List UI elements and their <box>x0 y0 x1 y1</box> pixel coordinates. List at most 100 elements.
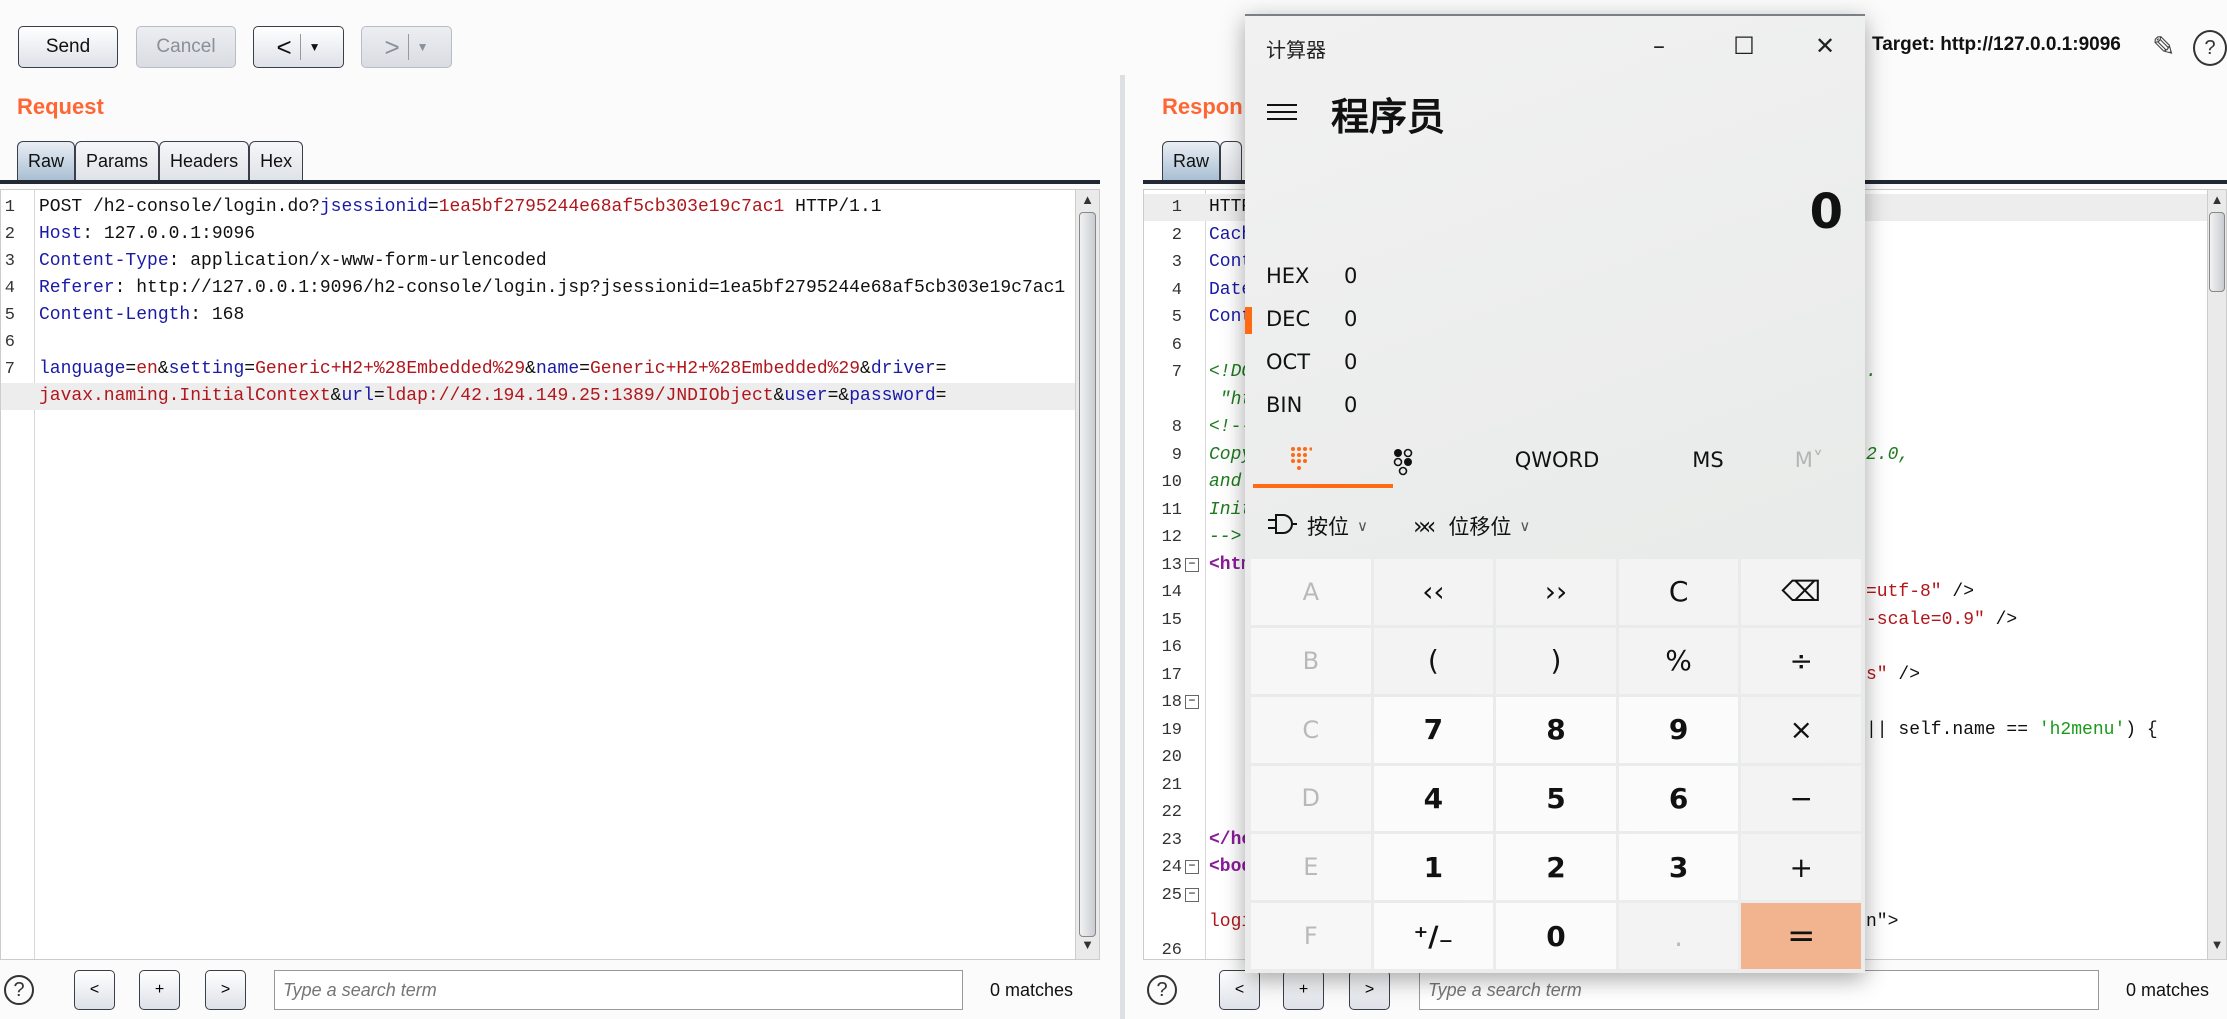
key-F[interactable]: F <box>1251 903 1371 969</box>
key-B[interactable]: B <box>1251 627 1371 694</box>
key-C[interactable]: C <box>1251 696 1371 763</box>
tab-hex[interactable]: Hex <box>249 141 304 180</box>
bit-toggle-icon[interactable] <box>1393 448 1417 480</box>
memory-store-button[interactable]: MS <box>1692 448 1723 472</box>
chevron-down-icon: ∨ <box>1357 517 1368 535</box>
key-)[interactable]: ) <box>1496 627 1616 694</box>
key-E[interactable]: E <box>1251 834 1371 901</box>
key-×[interactable]: × <box>1741 696 1861 763</box>
code-token: url <box>341 386 374 406</box>
key-5[interactable]: 5 <box>1496 765 1616 832</box>
key-6[interactable]: 6 <box>1618 765 1739 832</box>
key-÷[interactable]: ÷ <box>1741 627 1861 694</box>
search-input[interactable] <box>1419 970 2099 1010</box>
code-token: HTTP/1.1 <box>784 197 882 217</box>
key-3[interactable]: 3 <box>1618 834 1739 901</box>
search-next-button[interactable]: > <box>205 970 246 1010</box>
key-4[interactable]: 4 <box>1373 765 1494 832</box>
key-9[interactable]: 9 <box>1618 696 1739 763</box>
key-([interactable]: ( <box>1373 627 1494 694</box>
forward-button[interactable]: > ▼ <box>361 26 452 68</box>
radix-value: 0 <box>1344 264 1358 288</box>
back-button[interactable]: < ▼ <box>253 26 344 68</box>
send-button[interactable]: Send <box>18 26 118 68</box>
chevron-down-icon: ∨ <box>1519 517 1531 535</box>
key-⁺∕₋[interactable]: ⁺∕₋ <box>1373 903 1494 969</box>
tab-hidden[interactable] <box>1220 141 1243 180</box>
radix-dec[interactable]: DEC 0 <box>1266 307 1386 337</box>
fold-toggle-icon[interactable]: − <box>1185 887 1199 902</box>
search-prev-button[interactable]: < <box>1219 970 1260 1010</box>
window-title: 计算器 <box>1266 38 1326 62</box>
code-token: s" <box>1866 664 1888 685</box>
search-prev-button[interactable]: < <box>74 970 115 1010</box>
key-=[interactable]: = <box>1741 903 1861 969</box>
cancel-button[interactable]: Cancel <box>136 26 236 68</box>
key-‹‹[interactable]: ‹‹ <box>1373 559 1494 625</box>
back-arrow-icon: < <box>276 31 292 62</box>
dropdown-icon: ▼ <box>416 40 429 54</box>
code-line: 4 Referer: http://127.0.0.1:9096/h2-conso… <box>1 275 1075 302</box>
code-line: 2 Host: 127.0.0.1:9096 <box>1 221 1075 248</box>
pane-splitter[interactable] <box>1120 75 1125 1019</box>
memory-list-button[interactable]: M˅ <box>1795 448 1824 472</box>
key-C[interactable]: C <box>1618 559 1739 625</box>
line-number: 10 <box>1161 473 1182 492</box>
key-››[interactable]: ›› <box>1496 559 1616 625</box>
tab-raw[interactable]: Raw <box>1162 141 1221 180</box>
key-1[interactable]: 1 <box>1373 834 1494 901</box>
bitshift-dropdown[interactable]: »« 位移位 ∨ <box>1413 511 1530 541</box>
code-token: Content-Type <box>39 251 169 271</box>
tab-raw[interactable]: Raw <box>17 141 76 180</box>
full-keypad-icon[interactable] <box>1290 446 1313 480</box>
line-text: Referer: http://127.0.0.1:9096/h2-consol… <box>39 275 1065 302</box>
radix-label: OCT <box>1266 350 1311 374</box>
key-8[interactable]: 8 <box>1496 696 1616 763</box>
code-token: POST /h2-console/login.do? <box>39 197 320 217</box>
search-add-button[interactable]: + <box>139 970 180 1010</box>
bitwise-dropdown[interactable]: 按位 ∨ <box>1267 511 1368 541</box>
code-token: = <box>427 197 439 217</box>
search-next-button[interactable]: > <box>1349 970 1390 1010</box>
fold-toggle-icon[interactable]: − <box>1185 860 1199 874</box>
search-add-button[interactable]: + <box>1283 970 1324 1010</box>
radix-hex[interactable]: HEX 0 <box>1266 264 1386 294</box>
response-scrollbar[interactable]: ▲ ▼ <box>2207 190 2226 959</box>
help-icon[interactable]: ? <box>1147 975 1177 1005</box>
line-text-tail: || self.name == 'h2menu') { <box>1866 717 2158 744</box>
maximize-button[interactable]: ☐ <box>1719 28 1769 64</box>
tab-params[interactable]: Params <box>75 141 160 180</box>
pencil-icon[interactable]: ✎ <box>2152 30 2175 63</box>
line-number: 7 <box>1171 363 1182 382</box>
search-input[interactable] <box>274 970 963 1010</box>
code-token: & <box>773 386 785 406</box>
minimize-button[interactable]: – <box>1634 28 1684 64</box>
radix-oct[interactable]: OCT 0 <box>1266 350 1386 380</box>
tab-headers[interactable]: Headers <box>159 141 250 180</box>
key-+[interactable]: + <box>1741 834 1861 901</box>
help-icon[interactable]: ? <box>4 975 34 1005</box>
line-number: 5 <box>1171 308 1182 327</box>
key-0[interactable]: 0 <box>1496 903 1616 969</box>
key-2[interactable]: 2 <box>1496 834 1616 901</box>
key-A[interactable]: A <box>1251 559 1371 625</box>
key-%[interactable]: % <box>1618 627 1739 694</box>
close-button[interactable]: ✕ <box>1800 28 1850 64</box>
code-token: & <box>838 386 850 406</box>
radix-bin[interactable]: BIN 0 <box>1266 393 1386 423</box>
key-D[interactable]: D <box>1251 765 1371 832</box>
word-size-button[interactable]: QWORD <box>1515 448 1600 472</box>
fold-toggle-icon[interactable]: − <box>1185 695 1199 709</box>
hamburger-menu-icon[interactable] <box>1267 99 1297 125</box>
code-token: Content-Length <box>39 305 191 325</box>
request-editor[interactable]: ▲ ▼ 1 POST /h2-console/login.do?jsessioni… <box>0 189 1100 960</box>
line-text-tail: 2.0, <box>1866 442 1909 469</box>
key-−[interactable]: − <box>1741 765 1861 832</box>
key-7[interactable]: 7 <box>1373 696 1494 763</box>
backspace-icon[interactable]: ⌫ <box>1741 559 1861 625</box>
request-search-bar: ? < + > 0 matches <box>0 970 1100 1011</box>
question-circle-icon[interactable]: ? <box>2193 30 2227 66</box>
fold-toggle-icon[interactable]: − <box>1185 557 1199 572</box>
key-.[interactable]: . <box>1618 903 1739 969</box>
request-scrollbar[interactable]: ▲ ▼ <box>1075 190 1099 959</box>
